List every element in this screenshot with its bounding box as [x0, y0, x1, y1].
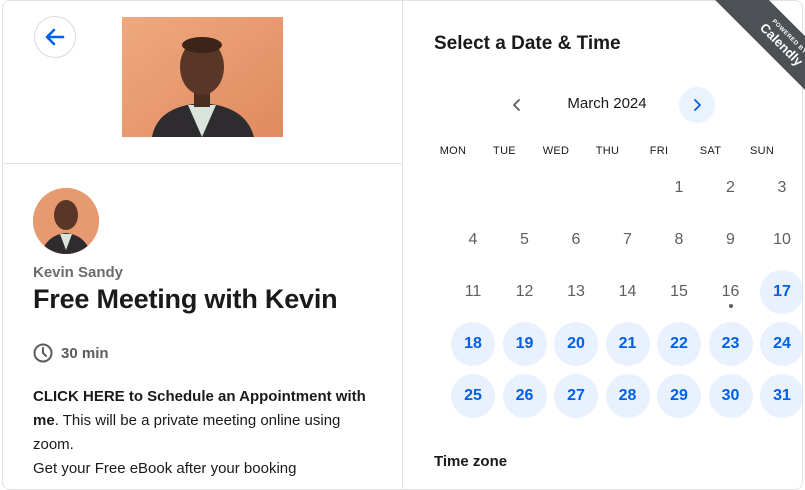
- date-number: 1: [674, 179, 684, 196]
- date-12: 12: [503, 270, 547, 314]
- date-number: 24: [773, 335, 791, 352]
- date-number: 28: [618, 387, 637, 404]
- available-date-20[interactable]: 20: [554, 322, 598, 366]
- description-line2: Get your Free eBook after your booking: [33, 460, 297, 477]
- date-number: 21: [618, 335, 637, 352]
- date-number: 15: [670, 283, 688, 300]
- date-number: 17: [773, 283, 791, 300]
- available-date-27[interactable]: 27: [554, 374, 598, 418]
- available-date-24[interactable]: 24: [760, 322, 802, 366]
- available-date-25[interactable]: 25: [451, 374, 495, 418]
- date-8: 8: [657, 218, 701, 262]
- date-number: 10: [773, 231, 791, 248]
- date-number: 19: [515, 335, 534, 352]
- available-date-19[interactable]: 19: [502, 322, 547, 366]
- available-date-26[interactable]: 26: [502, 374, 547, 418]
- available-date-29[interactable]: 29: [657, 374, 701, 418]
- clock-icon: [33, 343, 53, 363]
- description-text: . This will be a private meeting online …: [33, 412, 341, 453]
- event-header: [3, 1, 402, 164]
- date-number: 4: [468, 231, 478, 248]
- back-button[interactable]: [34, 16, 76, 58]
- booking-card: Kevin Sandy Free Meeting with Kevin 30 m…: [2, 0, 803, 490]
- date-11: 11: [451, 270, 495, 314]
- date-number: 29: [670, 387, 688, 404]
- event-description: CLICK HERE to Schedule an Appointment wi…: [33, 385, 383, 481]
- date-number: 12: [515, 283, 534, 300]
- date-2: 2: [709, 166, 753, 210]
- arrow-left-icon: [45, 28, 65, 46]
- date-number: 3: [777, 179, 787, 196]
- date-9: 9: [709, 218, 753, 262]
- date-16: 16: [709, 270, 753, 314]
- date-14: 14: [606, 270, 650, 314]
- date-number: 11: [464, 283, 482, 300]
- date-number: 14: [618, 283, 637, 300]
- available-date-28[interactable]: 28: [605, 374, 650, 418]
- available-date-18[interactable]: 18: [451, 322, 495, 366]
- date-number: 9: [726, 231, 735, 248]
- date-number: 26: [515, 387, 534, 404]
- date-number: 18: [464, 335, 482, 352]
- available-date-23[interactable]: 23: [708, 322, 753, 366]
- host-avatar: [33, 188, 99, 254]
- date-7: 7: [606, 218, 650, 262]
- available-date-22[interactable]: 22: [657, 322, 701, 366]
- host-photo: [122, 17, 283, 137]
- date-number: 16: [721, 283, 740, 300]
- date-10: 10: [760, 218, 802, 262]
- powered-by-badge[interactable]: POWERED BY Calendly: [700, 0, 805, 105]
- date-number: 7: [623, 231, 632, 248]
- date-number: 22: [670, 335, 688, 352]
- timezone-label: Time zone: [434, 453, 508, 470]
- date-number: 2: [726, 179, 735, 196]
- date-number: 25: [464, 387, 482, 404]
- today-indicator: [728, 304, 733, 308]
- available-date-17[interactable]: 17: [760, 270, 802, 314]
- date-number: 23: [721, 335, 740, 352]
- event-title: Free Meeting with Kevin: [33, 284, 338, 314]
- date-number: 20: [567, 335, 585, 352]
- date-number: 13: [567, 283, 585, 300]
- date-3: 3: [760, 166, 802, 210]
- available-date-30[interactable]: 30: [708, 374, 753, 418]
- available-date-21[interactable]: 21: [605, 322, 650, 366]
- date-number: 6: [571, 231, 581, 248]
- event-details-panel: Kevin Sandy Free Meeting with Kevin 30 m…: [3, 1, 403, 489]
- event-duration: 30 min: [33, 342, 109, 364]
- host-name: Kevin Sandy: [33, 264, 124, 281]
- date-15: 15: [657, 270, 701, 314]
- date-number: 30: [721, 387, 740, 404]
- date-5: 5: [503, 218, 547, 262]
- date-4: 4: [451, 218, 495, 262]
- available-date-31[interactable]: 31: [760, 374, 802, 418]
- date-1: 1: [657, 166, 701, 210]
- date-number: 5: [520, 231, 529, 248]
- date-13: 13: [554, 270, 598, 314]
- duration-label: 30 min: [61, 344, 109, 362]
- date-6: 6: [554, 218, 598, 262]
- date-number: 27: [567, 387, 585, 404]
- date-number: 31: [773, 387, 791, 404]
- date-number: 8: [674, 231, 684, 248]
